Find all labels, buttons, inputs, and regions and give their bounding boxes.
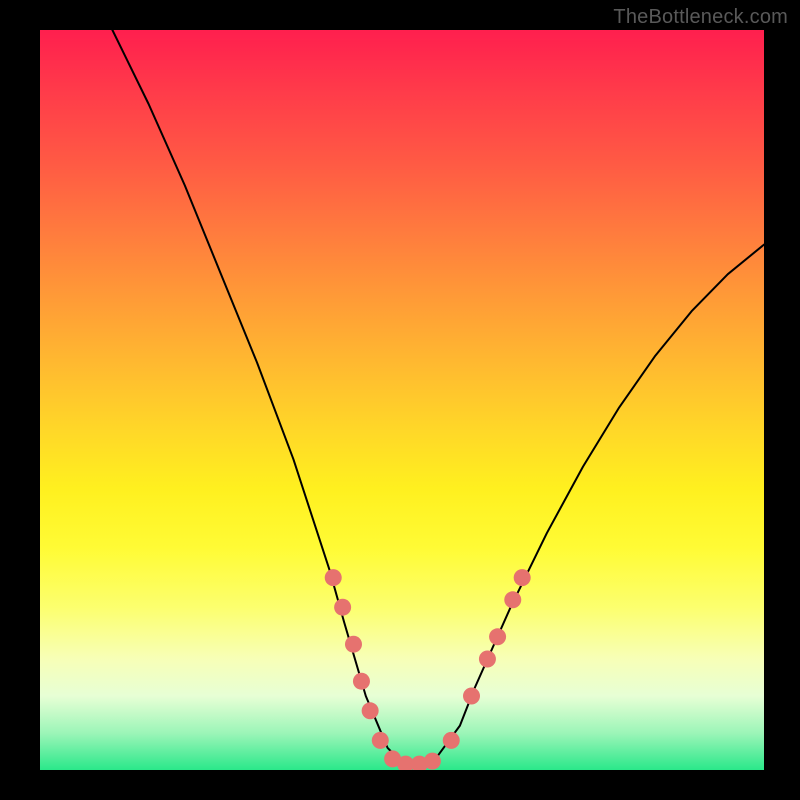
data-marker	[504, 591, 521, 608]
marker-layer	[325, 569, 531, 770]
chart-svg	[40, 30, 764, 770]
data-marker	[514, 569, 531, 586]
data-marker	[325, 569, 342, 586]
data-marker	[353, 673, 370, 690]
data-marker	[489, 628, 506, 645]
data-marker	[463, 688, 480, 705]
data-marker	[443, 732, 460, 749]
data-marker	[479, 651, 496, 668]
data-marker	[424, 753, 441, 770]
plot-area	[40, 30, 764, 770]
data-marker	[345, 636, 362, 653]
curve-layer	[112, 30, 764, 763]
watermark-text: TheBottleneck.com	[613, 6, 788, 29]
data-marker	[372, 732, 389, 749]
bottleneck-curve	[112, 30, 764, 763]
data-marker	[334, 599, 351, 616]
data-marker	[362, 702, 379, 719]
chart-frame: TheBottleneck.com	[0, 0, 800, 800]
